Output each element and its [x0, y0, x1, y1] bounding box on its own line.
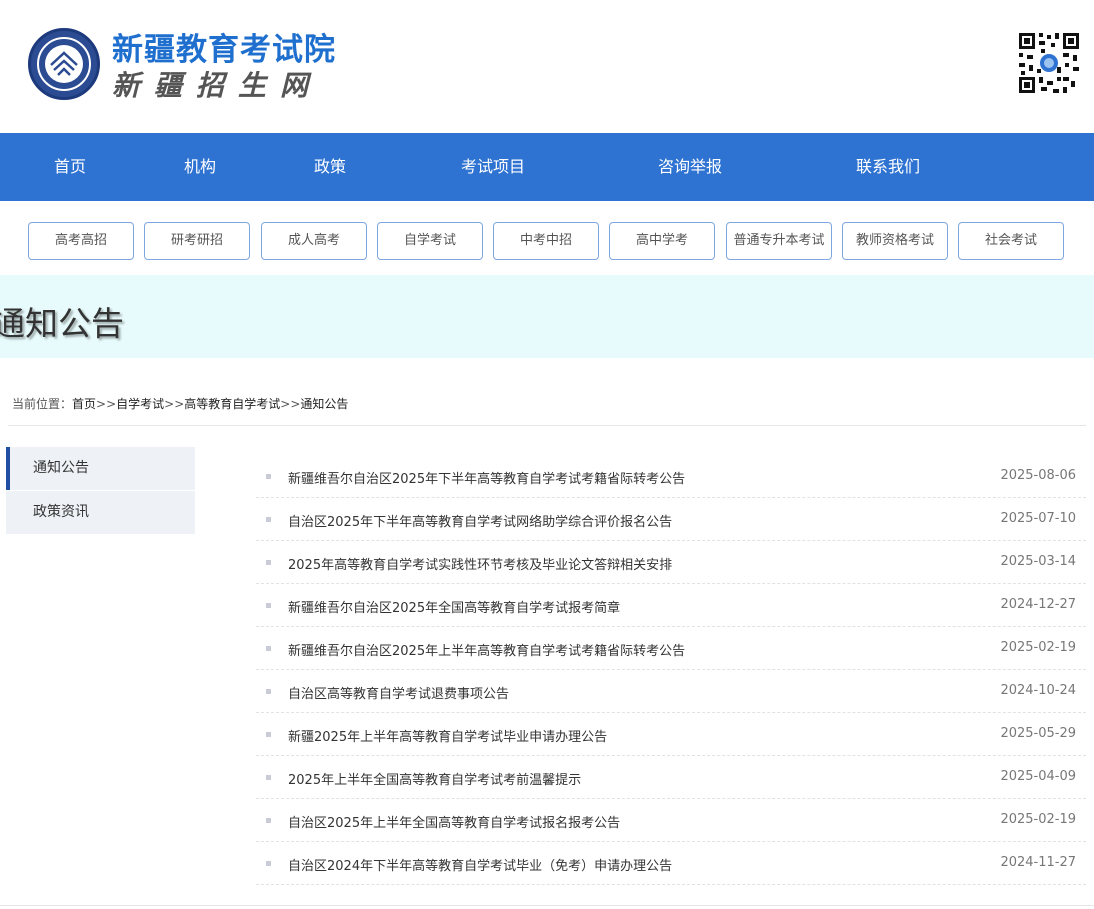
list-item[interactable]: 2025年上半年全国高等教育自学考试考前温馨提示 2025-04-09: [256, 756, 1086, 799]
list-item[interactable]: 新疆维吾尔自治区2025年下半年高等教育自学考试考籍省际转考公告 2025-08-…: [256, 455, 1086, 498]
site-subtitle: 新疆招生网: [112, 69, 323, 102]
notice-date: 2025-08-06: [1000, 468, 1076, 483]
notice-date: 2024-10-24: [1000, 683, 1076, 698]
breadcrumb-separator: >>: [280, 397, 301, 411]
qr-code-icon: [1017, 31, 1081, 95]
divider: [0, 905, 1094, 906]
institute-emblem-icon[interactable]: [28, 28, 100, 100]
category-button-gaokao[interactable]: 高考高招: [28, 222, 134, 260]
notice-title[interactable]: 2025年高等教育自学考试实践性环节考核及毕业论文答辩相关安排: [288, 554, 672, 573]
list-item[interactable]: 新疆维吾尔自治区2025年全国高等教育自学考试报考简章 2024-12-27: [256, 584, 1086, 627]
notice-date: 2025-02-19: [1000, 812, 1076, 827]
main-nav: 首页 机构 政策 考试项目 咨询举报 联系我们: [0, 133, 1094, 201]
notice-title[interactable]: 新疆维吾尔自治区2025年上半年高等教育自学考试考籍省际转考公告: [288, 640, 685, 659]
notice-title[interactable]: 新疆维吾尔自治区2025年全国高等教育自学考试报考简章: [288, 597, 620, 616]
notice-date: 2024-11-27: [1000, 855, 1076, 870]
sidebar-item-notices[interactable]: 通知公告: [6, 447, 195, 490]
list-item[interactable]: 新疆维吾尔自治区2025年上半年高等教育自学考试考籍省际转考公告 2025-02-…: [256, 627, 1086, 670]
category-button-self-study[interactable]: 自学考试: [377, 222, 483, 260]
notice-date: 2025-05-29: [1000, 726, 1076, 741]
site-name[interactable]: 新疆教育考试院: [112, 24, 336, 69]
list-item[interactable]: 新疆2025年上半年高等教育自学考试毕业申请办理公告 2025-05-29: [256, 713, 1086, 756]
nav-item-organization[interactable]: 机构: [184, 133, 216, 201]
list-item[interactable]: 自治区2024年下半年高等教育自学考试毕业（免考）申请办理公告 2024-11-2…: [256, 842, 1086, 885]
breadcrumb-separator: >>: [96, 397, 117, 411]
bullet-icon: [266, 560, 271, 565]
bullet-icon: [266, 474, 271, 479]
bullet-icon: [266, 732, 271, 737]
nav-item-home[interactable]: 首页: [54, 133, 86, 201]
notice-title[interactable]: 自治区高等教育自学考试退费事项公告: [288, 683, 509, 702]
nav-item-policy[interactable]: 政策: [314, 133, 346, 201]
list-item[interactable]: 自治区2025年上半年全国高等教育自学考试报名报考公告 2025-02-19: [256, 799, 1086, 842]
breadcrumb-separator: >>: [164, 397, 185, 411]
notice-title[interactable]: 自治区2025年下半年高等教育自学考试网络助学综合评价报名公告: [288, 511, 672, 530]
notice-title[interactable]: 自治区2024年下半年高等教育自学考试毕业（免考）申请办理公告: [288, 855, 672, 874]
notice-date: 2024-12-27: [1000, 597, 1076, 612]
nav-item-consult-report[interactable]: 咨询举报: [658, 133, 722, 201]
notice-list: 新疆维吾尔自治区2025年下半年高等教育自学考试考籍省际转考公告 2025-08-…: [256, 455, 1086, 885]
breadcrumb-home[interactable]: 首页: [72, 397, 96, 411]
notice-date: 2025-02-19: [1000, 640, 1076, 655]
bullet-icon: [266, 775, 271, 780]
notice-title[interactable]: 自治区2025年上半年全国高等教育自学考试报名报考公告: [288, 812, 620, 831]
bullet-icon: [266, 646, 271, 651]
notice-date: 2025-03-14: [1000, 554, 1076, 569]
category-button-teacher[interactable]: 教师资格考试: [842, 222, 948, 260]
breadcrumb-higher-self-study[interactable]: 高等教育自学考试: [184, 397, 280, 411]
page-title: 通知公告: [0, 304, 124, 343]
bullet-icon: [266, 603, 271, 608]
notice-title[interactable]: 2025年上半年全国高等教育自学考试考前温馨提示: [288, 769, 581, 788]
bullet-icon: [266, 689, 271, 694]
category-button-zhongkao[interactable]: 中考中招: [493, 222, 599, 260]
list-item[interactable]: 自治区2025年下半年高等教育自学考试网络助学综合评价报名公告 2025-07-1…: [256, 498, 1086, 541]
bullet-icon: [266, 861, 271, 866]
notice-title[interactable]: 新疆维吾尔自治区2025年下半年高等教育自学考试考籍省际转考公告: [288, 468, 685, 487]
category-button-adult[interactable]: 成人高考: [261, 222, 367, 260]
category-button-high-school[interactable]: 高中学考: [609, 222, 715, 260]
page-banner: 通知公告: [0, 275, 1094, 358]
category-button-social[interactable]: 社会考试: [958, 222, 1064, 260]
divider: [8, 425, 1086, 426]
bullet-icon: [266, 517, 271, 522]
nav-item-contact[interactable]: 联系我们: [856, 133, 920, 201]
notice-title[interactable]: 新疆2025年上半年高等教育自学考试毕业申请办理公告: [288, 726, 607, 745]
breadcrumb-self-study[interactable]: 自学考试: [116, 397, 164, 411]
breadcrumb-label: 当前位置：: [12, 397, 73, 411]
list-item[interactable]: 自治区高等教育自学考试退费事项公告 2024-10-24: [256, 670, 1086, 713]
breadcrumb-current[interactable]: 通知公告: [300, 397, 348, 411]
list-item[interactable]: 2025年高等教育自学考试实践性环节考核及毕业论文答辩相关安排 2025-03-1…: [256, 541, 1086, 584]
category-button-upgrade[interactable]: 普通专升本考试: [726, 222, 832, 260]
notice-date: 2025-07-10: [1000, 511, 1076, 526]
category-bar: 高考高招 研考研招 成人高考 自学考试 中考中招 高中学考 普通专升本考试 教师…: [0, 201, 1094, 275]
bullet-icon: [266, 818, 271, 823]
category-button-graduate[interactable]: 研考研招: [144, 222, 250, 260]
site-header: 新疆教育考试院 新疆招生网: [0, 0, 1094, 133]
nav-item-exams[interactable]: 考试项目: [461, 133, 525, 201]
notice-date: 2025-04-09: [1000, 769, 1076, 784]
sidebar-item-policy-news[interactable]: 政策资讯: [6, 491, 195, 534]
breadcrumb: 当前位置：首页>>自学考试>>高等教育自学考试>>通知公告: [12, 395, 348, 412]
